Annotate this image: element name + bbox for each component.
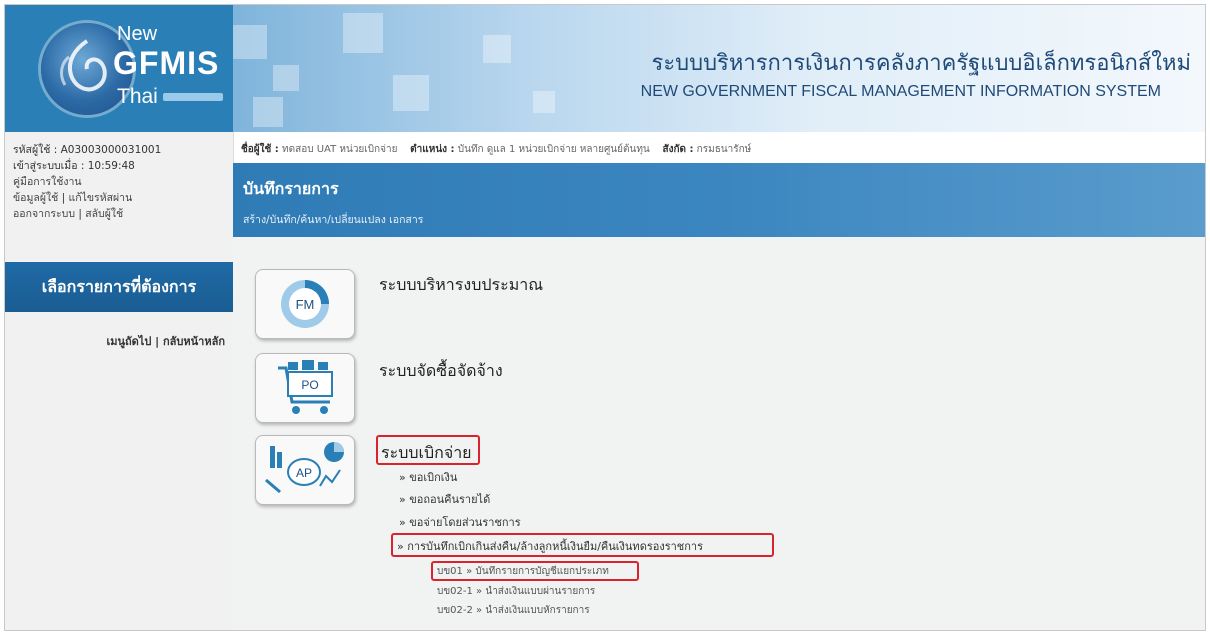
logo-thai-text: Thai xyxy=(117,85,158,108)
department-label: สังกัด : xyxy=(662,144,694,155)
logo-gfmis-text: GFMIS xyxy=(113,45,220,81)
po-icon-label: PO xyxy=(301,378,318,392)
po-system-icon-button[interactable]: PO xyxy=(255,353,355,423)
shopping-cart-icon: PO xyxy=(278,360,333,414)
select-menu-button[interactable]: เลือกรายการที่ต้องการ xyxy=(5,262,233,312)
login-time: เข้าสู่ระบบเมื่อ : 10:59:48 xyxy=(13,160,135,172)
sidebar-nav-links: เมนูถัดไป | กลับหน้าหลัก xyxy=(106,335,225,348)
department-value: กรมธนารักษ์ xyxy=(696,144,752,155)
gfmis-logo[interactable]: New GFMIS Thai xyxy=(5,5,233,132)
bk02-2-remit-deduction-link[interactable]: บข02-2 » นำส่งเงินแบบหักรายการ xyxy=(437,603,590,618)
position-label: ตำแหน่ง : xyxy=(410,144,455,155)
user-bar: ชื่อผู้ใช้ : ทดสอบ UAT หน่วยเบิกจ่าย ตำแ… xyxy=(241,142,751,157)
ap-icon: AP xyxy=(265,442,344,494)
logo-new-text: New xyxy=(117,23,158,45)
ap-link-agency-payment[interactable]: » ขอจ่ายโดยส่วนราชการ xyxy=(399,513,521,531)
header: New GFMIS Thai ระบบบริหารการเงินการคลังภ… xyxy=(5,5,1205,132)
system-title-en: NEW GOVERNMENT FISCAL MANAGEMENT INFORMA… xyxy=(640,83,1161,100)
user-name-label: ชื่อผู้ใช้ : xyxy=(241,144,279,155)
sidebar: รหัสผู้ใช้ : A03003000031001 เข้าสู่ระบบ… xyxy=(5,132,234,630)
user-code: รหัสผู้ใช้ : A03003000031001 xyxy=(13,144,162,156)
ap-link-request-payment[interactable]: » ขอเบิกเงิน xyxy=(399,468,457,486)
main-content: FM ระบบบริหารงบประมาณ PO ระบบจัดซื้อจัดจ… xyxy=(233,237,1205,630)
app-window: New GFMIS Thai ระบบบริหารการเงินการคลังภ… xyxy=(4,4,1206,631)
home-link[interactable]: กลับหน้าหลัก xyxy=(163,335,225,348)
ap-system-icon-button[interactable]: AP xyxy=(255,435,355,505)
bk01-general-ledger-link[interactable]: บข01 » บันทึกรายการบัญชีแยกประเภท xyxy=(437,564,609,579)
ap-icon-label: AP xyxy=(296,466,312,480)
position-value: บันทึก ดูแล 1 หน่วยเบิกจ่าย หลายศูนย์ต้น… xyxy=(457,144,650,155)
bk02-1-remit-pass-through-link[interactable]: บข02-1 » นำส่งเงินแบบผ่านรายการ xyxy=(437,584,595,599)
user-name-value: ทดสอบ UAT หน่วยเบิกจ่าย xyxy=(282,144,398,155)
ap-link-overpayment-return[interactable]: » การบันทึกเบิกเกินส่งคืน/ล้างลูกหนี้เงิ… xyxy=(397,537,703,555)
logout-link[interactable]: ออกจากระบบ xyxy=(13,208,75,220)
ap-system-link[interactable]: ระบบเบิกจ่าย xyxy=(381,441,472,466)
change-password-link[interactable]: แก้ไขรหัสผ่าน xyxy=(68,192,132,204)
fm-system-link[interactable]: ระบบบริหารงบประมาณ xyxy=(379,273,543,298)
next-menu-link[interactable]: เมนูถัดไป xyxy=(106,335,151,348)
logo-tagline xyxy=(163,93,223,101)
manual-link[interactable]: คู่มือการใช้งาน xyxy=(13,176,82,188)
switch-user-link[interactable]: สลับผู้ใช้ xyxy=(85,208,123,220)
fm-system-icon-button[interactable]: FM xyxy=(255,269,355,339)
fm-icon: FM xyxy=(281,280,329,328)
page-title: บันทึกรายการ xyxy=(243,179,339,198)
system-title-th: ระบบบริหารการเงินการคลังภาครัฐแบบอิเล็กท… xyxy=(651,51,1191,76)
page-subtitle: สร้าง/บันทึก/ค้นหา/เปลี่ยนแปลง เอกสาร xyxy=(243,214,424,226)
user-info: รหัสผู้ใช้ : A03003000031001 เข้าสู่ระบบ… xyxy=(5,132,233,222)
ap-link-revenue-refund[interactable]: » ขอถอนคืนรายได้ xyxy=(399,490,490,508)
po-system-link[interactable]: ระบบจัดซื้อจัดจ้าง xyxy=(379,359,503,384)
fm-icon-label: FM xyxy=(296,297,315,312)
page-header: บันทึกรายการ สร้าง/บันทึก/ค้นหา/เปลี่ยนแ… xyxy=(233,163,1205,237)
header-banner: ระบบบริหารการเงินการคลังภาครัฐแบบอิเล็กท… xyxy=(233,5,1205,132)
profile-link[interactable]: ข้อมูลผู้ใช้ xyxy=(13,192,58,204)
